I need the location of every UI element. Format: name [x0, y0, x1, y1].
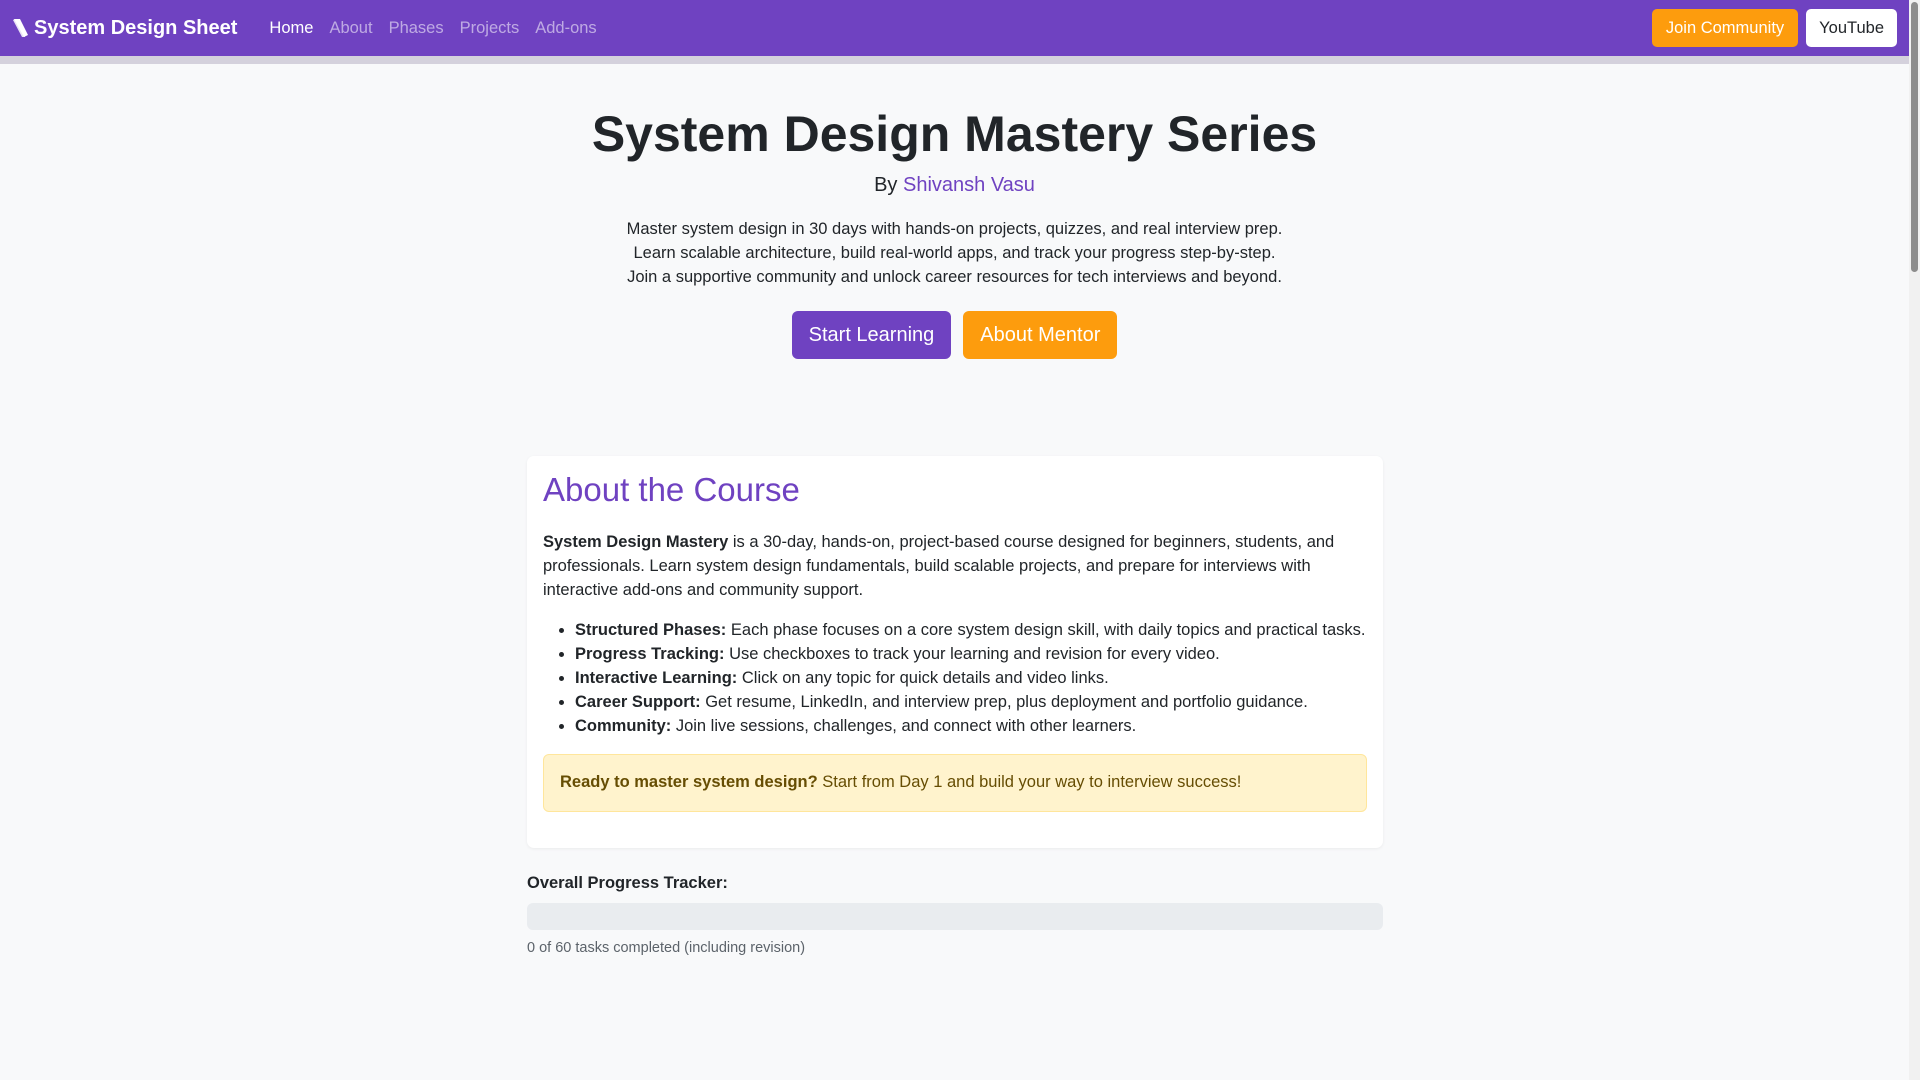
feature-title: Interactive Learning: [575, 668, 738, 687]
author-link[interactable]: Shivansh Vasu [903, 174, 1035, 196]
feature-title: Progress Tracking: [575, 644, 725, 663]
about-course-card: About the Course System Design Mastery i… [527, 456, 1383, 848]
lead-line-3: Join a supportive community and unlock c… [627, 268, 1282, 286]
intro-bold: System Design Mastery [543, 532, 729, 551]
nav-link-about[interactable]: About [321, 19, 380, 38]
nav-actions: Join Community YouTube [1651, 9, 1897, 47]
alert-text: Start from Day 1 and build your way to i… [817, 773, 1242, 792]
feature-title: Career Support: [575, 692, 701, 711]
feature-text: Click on any topic for quick details and… [737, 668, 1109, 687]
hero-section: System Design Mastery Series By Shivansh… [0, 64, 1909, 359]
alert-bold: Ready to master system design? [560, 773, 818, 792]
scrollbar-thumb[interactable] [1911, 2, 1918, 272]
byline-prefix: By [874, 174, 898, 196]
brand-link[interactable]: System Design Sheet [12, 17, 237, 40]
navbar-divider [0, 56, 1909, 64]
feature-title: Structured Phases: [575, 620, 727, 639]
feature-text: Join live sessions, challenges, and conn… [671, 716, 1137, 735]
nav-link-projects[interactable]: Projects [452, 19, 528, 38]
hero-title: System Design Mastery Series [591, 106, 1318, 162]
hero-buttons: Start Learning About Mentor [0, 311, 1909, 359]
progress-tracker: Overall Progress Tracker: 0 of 60 tasks … [527, 874, 1383, 956]
nav-link-phases[interactable]: Phases [381, 19, 452, 38]
feature-item: Career Support: Get resume, LinkedIn, an… [575, 690, 1367, 714]
hero-byline: By Shivansh Vasu [0, 174, 1909, 197]
feature-text: Get resume, LinkedIn, and interview prep… [700, 692, 1308, 711]
lead-line-2: Learn scalable architecture, build real-… [633, 244, 1276, 262]
nav-links: Home About Phases Projects Add-ons [261, 19, 604, 38]
lead-line-1: Master system design in 30 days with han… [626, 220, 1283, 238]
about-intro: System Design Mastery is a 30-day, hands… [543, 530, 1367, 602]
about-mentor-button[interactable]: About Mentor [963, 311, 1118, 359]
brand-title: System Design Sheet [34, 16, 238, 39]
ready-alert: Ready to master system design? Start fro… [543, 753, 1367, 812]
feature-title: Community: [575, 716, 672, 735]
progress-count-text: 0 of 60 tasks completed (including revis… [527, 940, 806, 956]
feature-text: Use checkboxes to track your learning an… [724, 644, 1220, 663]
page-scrollbar[interactable] [1909, 0, 1920, 1080]
feature-item: Community: Join live sessions, challenge… [575, 714, 1367, 738]
feature-text: Each phase focuses on a core system desi… [726, 620, 1366, 639]
top-navbar: System Design Sheet Home About Phases Pr… [0, 0, 1909, 56]
feature-item: Progress Tracking: Use checkboxes to tra… [575, 642, 1367, 666]
progress-label: Overall Progress Tracker: [527, 874, 728, 892]
start-learning-button[interactable]: Start Learning [791, 311, 952, 359]
pen-nib-icon [13, 19, 28, 37]
feature-item: Structured Phases: Each phase focuses on… [575, 618, 1367, 642]
youtube-button[interactable]: YouTube [1806, 9, 1897, 47]
progress-bar [527, 903, 1383, 930]
feature-item: Interactive Learning: Click on any topic… [575, 666, 1367, 690]
nav-link-addons[interactable]: Add-ons [527, 19, 604, 38]
nav-link-home[interactable]: Home [261, 19, 321, 38]
hero-lead: Master system design in 30 days with han… [0, 217, 1909, 289]
feature-list: Structured Phases: Each phase focuses on… [543, 618, 1367, 738]
about-heading: About the Course [543, 471, 800, 508]
join-community-button[interactable]: Join Community [1651, 9, 1799, 47]
